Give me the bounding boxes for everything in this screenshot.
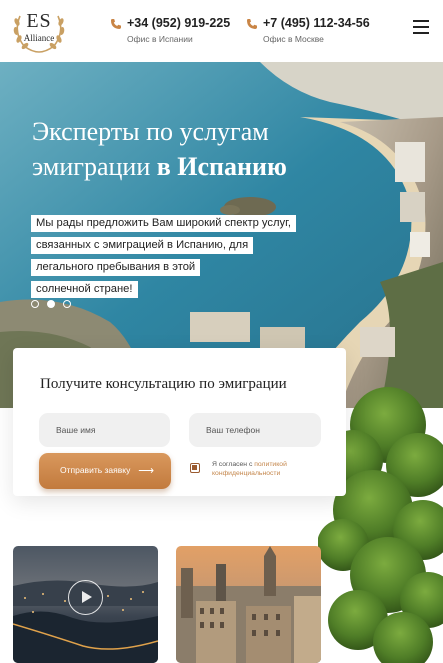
arrow-right-icon: ⟶	[138, 465, 154, 477]
hero-title-line2: эмиграции в Испанию	[32, 149, 392, 184]
logo-sub-text: Alliance	[23, 33, 55, 43]
consent-text: Я согласен с политикой конфиденциальност…	[212, 460, 322, 478]
form-title: Получите консультацию по эмиграции	[40, 376, 287, 392]
city-image	[176, 546, 321, 663]
consent-prefix: Я согласен с	[212, 461, 255, 468]
play-icon[interactable]	[68, 580, 103, 615]
hero-description: Мы рады предложить Вам широкий спектр ус…	[31, 213, 301, 301]
phone-caption: Офис в Испании	[127, 34, 193, 44]
slider-dot-1[interactable]	[31, 300, 39, 308]
hamburger-icon[interactable]	[413, 20, 429, 34]
hero-title-line1: Эксперты по услугам	[32, 117, 269, 146]
phone-field[interactable]	[189, 413, 321, 447]
phone-caption: Офис в Москве	[263, 34, 324, 44]
hero-text-line: Мы рады предложить Вам широкий спектр ус…	[31, 215, 296, 232]
consultation-form: Получите консультацию по эмиграции Отпра…	[13, 348, 346, 496]
logo-main-text: ES	[26, 10, 52, 32]
hero-title: Эксперты по услугам эмиграции в Испанию	[32, 114, 392, 184]
burger-line	[413, 20, 429, 22]
burger-line	[413, 32, 429, 34]
phone-icon	[247, 19, 257, 29]
slider-dot-2[interactable]	[47, 300, 55, 308]
city-tile[interactable]	[176, 546, 321, 663]
hero-text-line: солнечной стране!	[31, 281, 138, 298]
submit-button[interactable]: Отправить заявку ⟶	[39, 453, 171, 489]
hero-text-line: легального пребывания в этой	[31, 259, 201, 276]
submit-label: Отправить заявку	[60, 465, 131, 475]
slider-dot-3[interactable]	[63, 300, 71, 308]
site-header: ES Alliance +34 (952) 919-225 Офис в Исп…	[0, 0, 443, 62]
logo[interactable]: ES Alliance	[10, 6, 68, 56]
hero-title-prefix: эмиграции	[32, 152, 157, 181]
hero-text-line: связанных с эмиграцией в Испанию, для	[31, 237, 254, 254]
burger-line	[413, 26, 429, 28]
phone-icon	[111, 19, 121, 29]
phone-number[interactable]: +7 (495) 112-34-56	[263, 16, 370, 30]
consent-checkbox[interactable]	[190, 463, 200, 473]
video-tile[interactable]	[13, 546, 158, 663]
phone-number[interactable]: +34 (952) 919-225	[127, 16, 230, 30]
name-field[interactable]	[39, 413, 170, 447]
hero-title-bold: в Испанию	[156, 152, 287, 181]
